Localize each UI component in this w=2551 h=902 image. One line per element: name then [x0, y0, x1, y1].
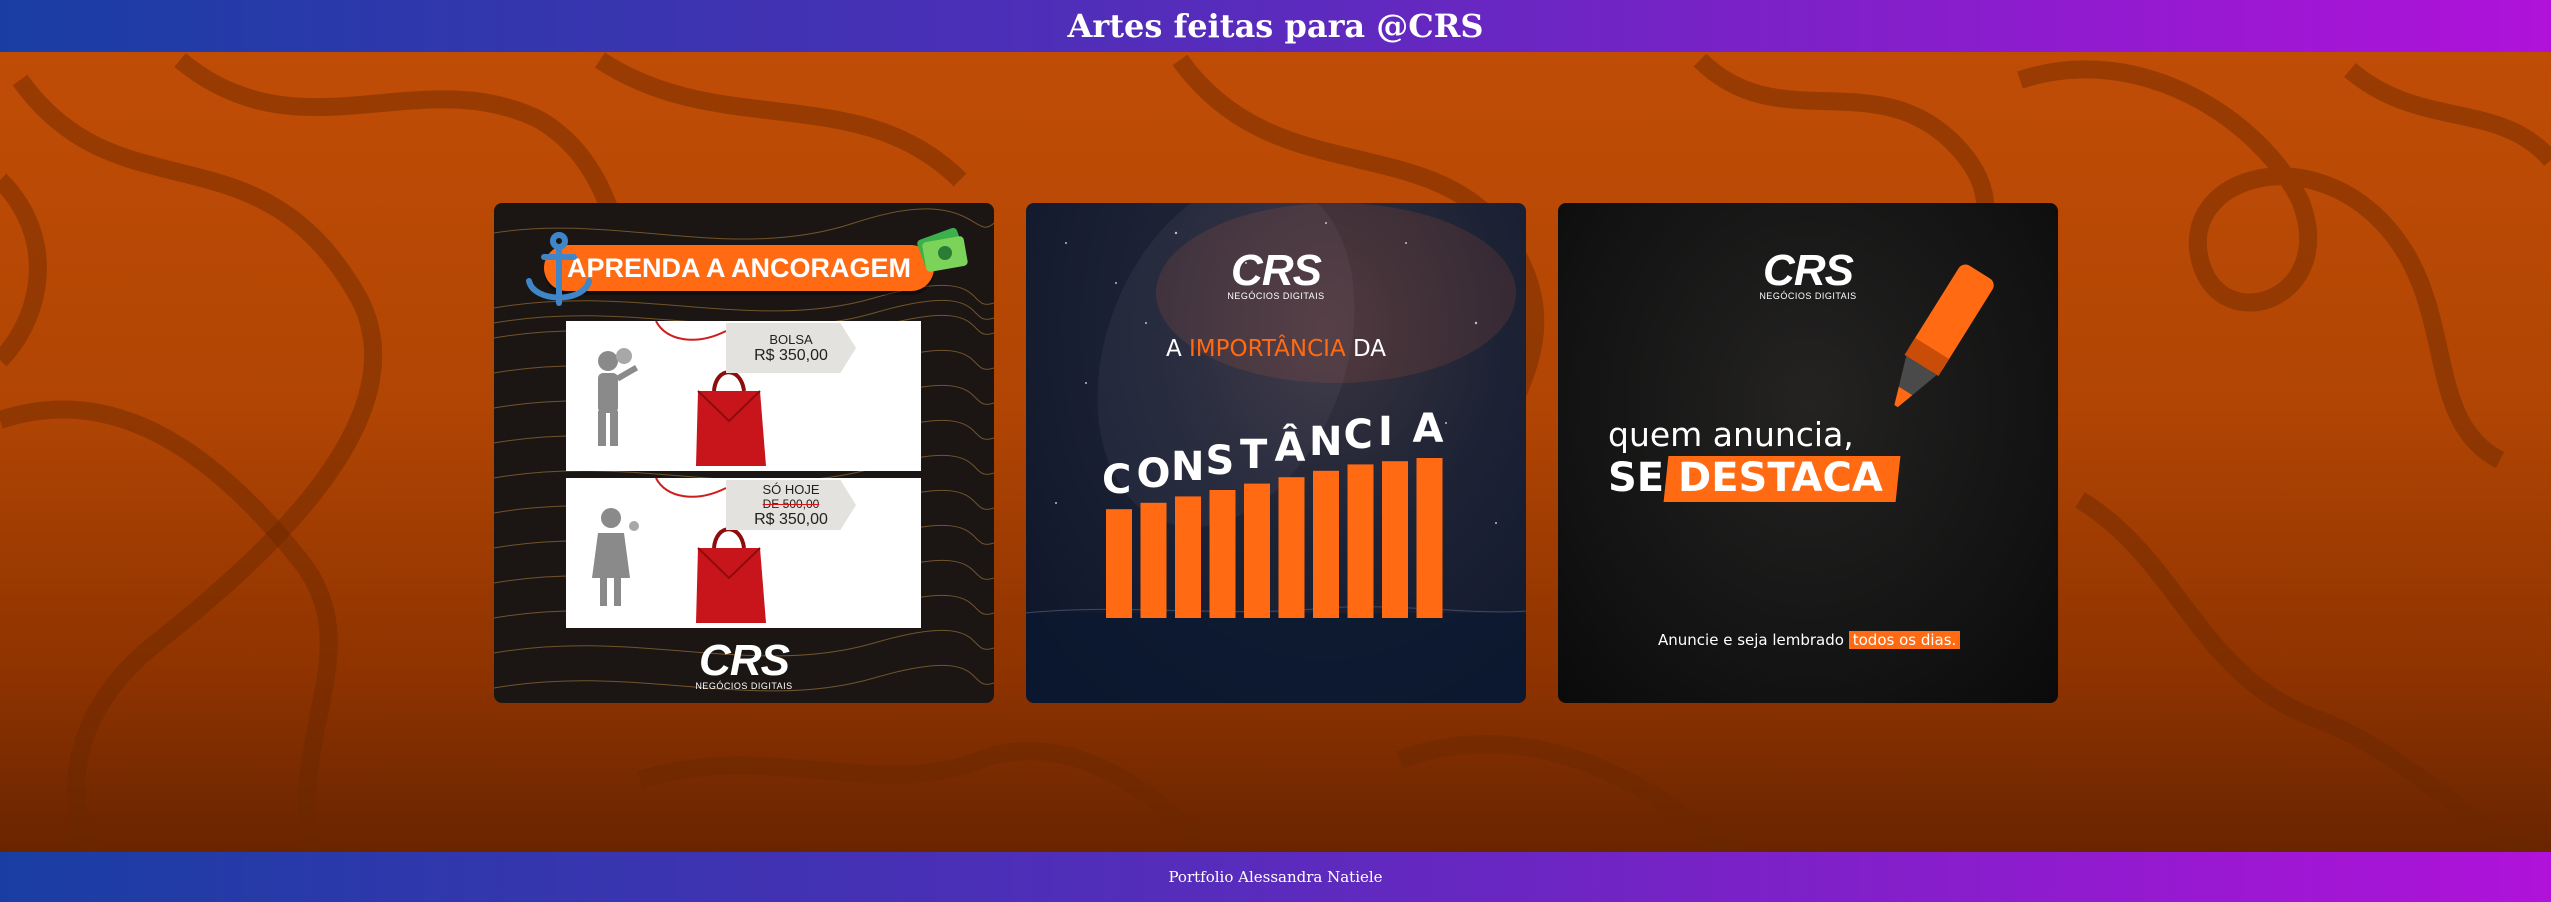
anchor-icon	[526, 232, 592, 306]
page-title: Artes feitas para @CRS	[1067, 7, 1484, 45]
constancia-bar	[1175, 496, 1201, 618]
handbag-icon	[696, 527, 766, 623]
constancia-bar	[1278, 477, 1305, 618]
man-icon	[598, 348, 639, 446]
constancia-letter: Â	[1274, 425, 1306, 472]
constancia-title: A IMPORTÂNCIA DA	[1165, 336, 1387, 362]
art-card-ancoragem[interactable]: APRENDA A ANCORAGEM BOLSA R$ 350,00 SÓ H…	[494, 203, 994, 703]
money-icon	[917, 227, 968, 272]
woman-icon	[592, 508, 639, 606]
price-tag-after: SÓ HOJE DE 500,00 R$ 350,00	[726, 480, 856, 530]
tag-label: SÓ HOJE	[762, 482, 820, 497]
header-bar: Artes feitas para @CRS	[0, 0, 2551, 52]
ancoragem-panel-before: BOLSA R$ 350,00	[566, 321, 921, 471]
constancia-letter: T	[1240, 431, 1268, 478]
tag-old-price: DE 500,00	[762, 497, 820, 511]
constancia-letter: S	[1205, 438, 1235, 484]
constancia-letter: N	[1309, 418, 1343, 465]
constancia-bar	[1382, 461, 1408, 618]
constancia-bar	[1244, 483, 1270, 618]
constancia-letter: O	[1136, 450, 1171, 497]
tag-label: BOLSA	[769, 332, 813, 347]
constancia-bar	[1313, 470, 1339, 618]
destaca-highlight: DESTACA	[1678, 455, 1883, 501]
handbag-icon	[696, 370, 766, 466]
constancia-letter: C	[1102, 457, 1132, 504]
constancia-letter: N	[1171, 444, 1205, 491]
destaca-footer: Anuncie e seja lembrado todos os dias.	[1658, 631, 1961, 649]
footer-text: Portfolio Alessandra Natiele	[1168, 868, 1383, 886]
destaca-line1: quem anuncia,	[1608, 415, 1854, 454]
art-card-destaca[interactable]: CRS NEGÓCIOS DIGITAIS quem anuncia, SE D…	[1558, 203, 2058, 703]
constancia-bar	[1106, 509, 1132, 618]
footer-bar: Portfolio Alessandra Natiele	[0, 852, 2551, 902]
crs-logo: CRS NEGÓCIOS DIGITAIS	[1227, 246, 1325, 302]
destaca-line2-pre: SE	[1608, 455, 1665, 501]
constancia-letter: A	[1412, 406, 1444, 452]
constancia-letter: C	[1343, 412, 1373, 459]
tag-price: R$ 350,00	[754, 511, 828, 528]
constancia-bar	[1416, 458, 1443, 618]
crs-logo: CRS NEGÓCIOS DIGITAIS	[695, 636, 793, 692]
constancia-bar	[1347, 464, 1374, 618]
constancia-letter: I	[1378, 409, 1393, 456]
constancia-bar	[1209, 490, 1236, 618]
ancoragem-panel-after: SÓ HOJE DE 500,00 R$ 350,00	[566, 478, 921, 628]
crs-logo: CRS NEGÓCIOS DIGITAIS	[1759, 246, 1857, 302]
price-tag-before: BOLSA R$ 350,00	[726, 323, 856, 373]
banner-ancoragem: APRENDA A ANCORAGEM	[544, 245, 934, 291]
constancia-bar	[1140, 502, 1167, 618]
art-card-constancia[interactable]: CRS NEGÓCIOS DIGITAIS A IMPORTÂNCIA DA C…	[1026, 203, 1526, 703]
tag-price: R$ 350,00	[754, 347, 828, 364]
